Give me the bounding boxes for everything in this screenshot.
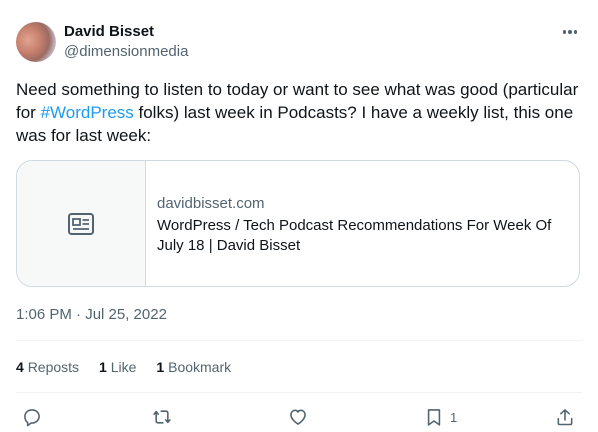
bookmarks-count: 1 [156, 359, 165, 375]
author-avatar[interactable] [16, 22, 56, 62]
reposts-count: 4 [16, 359, 24, 375]
reposts-label: Reposts [27, 359, 80, 375]
action-bar: 1 [20, 407, 578, 429]
heart-icon [290, 409, 306, 425]
hashtag-link[interactable]: #WordPress [41, 103, 134, 122]
bookmarks-label: Bookmark [168, 359, 232, 375]
likes-label: Like [110, 359, 137, 375]
repost-button[interactable] [152, 407, 172, 427]
author-handle[interactable]: @dimensionmedia [64, 43, 188, 60]
bookmarks-stat[interactable]: 1 Bookmark [156, 359, 231, 375]
tweet-text: Need something to listen to today or wan… [16, 78, 582, 147]
link-card[interactable]: davidbisset.com WordPress / Tech Podcast… [16, 160, 580, 287]
card-domain: davidbisset.com [157, 195, 265, 212]
repost-icon [153, 410, 171, 424]
bookmark-count: 1 [450, 409, 458, 425]
engagement-stats: 4 Reposts 1 Like 1 Bookmark [16, 359, 231, 375]
divider [16, 340, 582, 341]
reposts-stat[interactable]: 4 Reposts [16, 359, 79, 375]
bookmark-button[interactable]: 1 [424, 407, 457, 427]
likes-stat[interactable]: 1 Like [99, 359, 136, 375]
more-options-icon[interactable] [560, 22, 580, 42]
reply-button[interactable] [22, 407, 42, 427]
share-button[interactable] [555, 407, 575, 427]
author-name[interactable]: David Bisset [64, 23, 154, 40]
share-icon [557, 409, 573, 426]
reply-icon [24, 409, 40, 427]
card-thumbnail [17, 161, 146, 286]
tweet-timestamp[interactable]: 1:06 PM · Jul 25, 2022 [16, 306, 167, 323]
likes-count: 1 [99, 359, 107, 375]
card-title: WordPress / Tech Podcast Recommendations… [157, 217, 552, 254]
article-icon [68, 212, 94, 235]
divider [16, 392, 582, 393]
bookmark-icon [427, 409, 441, 426]
like-button[interactable] [288, 407, 308, 427]
